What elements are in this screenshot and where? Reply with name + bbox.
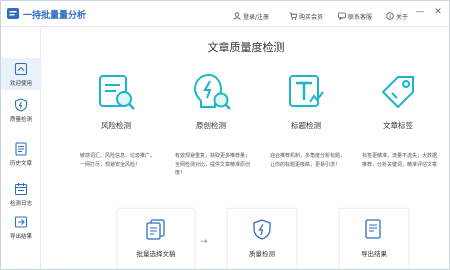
- risk-check-icon: [99, 75, 135, 110]
- batch-docs-icon: [146, 219, 165, 240]
- app-title: 一持批量量分析: [23, 11, 87, 21]
- sidebar-item-label: 欢迎使用: [9, 81, 32, 87]
- buy-member-label: 购买会员: [299, 13, 324, 21]
- feature-desc: 有效规避重复，获取更多推荐量；全网检测对比，提供文章精准原创度！: [175, 153, 251, 176]
- sidebar-item-label: 导出结果: [9, 234, 32, 240]
- feature-name: 原创检测: [196, 121, 226, 130]
- arrow-icon: →: [200, 237, 208, 247]
- about-label: 关于: [396, 13, 409, 21]
- title-check-icon: [289, 75, 324, 107]
- document-icon: [15, 142, 27, 156]
- step-label: 批量选择文稿: [136, 250, 176, 258]
- feature-risk-check[interactable]: 风险检测: [76, 70, 156, 131]
- sidebar-item-welcome[interactable]: 欢迎使用: [1, 58, 41, 90]
- user-icon: [233, 12, 241, 20]
- shield-icon: [14, 98, 28, 112]
- home-icon: [14, 62, 28, 76]
- app-logo-icon: [7, 8, 19, 19]
- sidebar-item-quality-check[interactable]: 质量检测: [1, 94, 41, 126]
- sidebar-item-export[interactable]: 导出结果: [1, 211, 41, 243]
- main-panel: 文章质量度检测 风险检测 敏感词汇、风险信息、垃圾推广、一网打尽，规避安全风险！…: [42, 28, 449, 269]
- contact-service-button[interactable]: 联系客服: [338, 10, 372, 22]
- cart-icon: [289, 12, 297, 20]
- page-title: 文章质量度检测: [207, 41, 285, 54]
- calendar-icon: [14, 183, 28, 196]
- sidebar-item-history[interactable]: 历史文章: [1, 138, 41, 170]
- chat-icon: [338, 12, 346, 20]
- sidebar-item-label: 质量检测: [9, 117, 32, 123]
- feature-desc: 迎合推荐机制，多角度分析标题，让你的标题更吸睛，更易引流！: [270, 153, 346, 168]
- sidebar-item-log[interactable]: 检测日志: [1, 178, 41, 210]
- title-bar: 一持批量量分析 登录/注册 购买会员 联系客服 关于 — ✕: [1, 1, 449, 27]
- feature-name: 文章标签: [383, 121, 413, 130]
- step-quality-check[interactable]: 质量检测: [227, 208, 297, 269]
- close-button[interactable]: ✕: [432, 6, 444, 18]
- app-window: 一持批量量分析 登录/注册 购买会员 联系客服 关于 — ✕ 欢迎使用 质量检测: [0, 0, 450, 270]
- login-button[interactable]: 登录/注册: [233, 10, 269, 22]
- info-icon: [386, 12, 394, 20]
- feature-article-tag[interactable]: 文章标签: [358, 70, 438, 131]
- step-label: 导出结果: [361, 250, 387, 258]
- feature-desc: 标签更精准，流量不流失；大数据推荐，分析关键词，精准评估文章: [362, 153, 438, 168]
- contact-service-label: 联系客服: [348, 13, 373, 21]
- sidebar-item-label: 历史文章: [9, 161, 32, 167]
- step-export-result[interactable]: 导出结果: [339, 208, 409, 269]
- quality-check-icon: [253, 219, 271, 240]
- export-icon: [14, 216, 28, 228]
- feature-title-check[interactable]: 标题检测: [266, 70, 346, 131]
- minimize-button[interactable]: —: [414, 6, 426, 18]
- tag-icon: [382, 76, 414, 108]
- buy-member-button[interactable]: 购买会员: [289, 10, 323, 22]
- about-button[interactable]: 关于: [386, 10, 408, 22]
- feature-original-check[interactable]: 原创检测: [171, 70, 251, 131]
- sidebar-item-label: 检测日志: [9, 201, 32, 207]
- export-result-icon: [365, 219, 381, 239]
- feature-name: 标题检测: [291, 121, 321, 130]
- step-batch-select[interactable]: 批量选择文稿: [117, 208, 195, 269]
- sidebar: 欢迎使用 质量检测 历史文章 检测日志 导出结果: [1, 28, 41, 269]
- original-check-icon: [193, 73, 231, 110]
- feature-name: 风险检测: [101, 121, 131, 130]
- feature-desc: 敏感词汇、风险信息、垃圾推广、一网打尽，规避安全风险！: [80, 153, 156, 168]
- login-label: 登录/注册: [243, 13, 270, 21]
- step-label: 质量检测: [249, 250, 275, 258]
